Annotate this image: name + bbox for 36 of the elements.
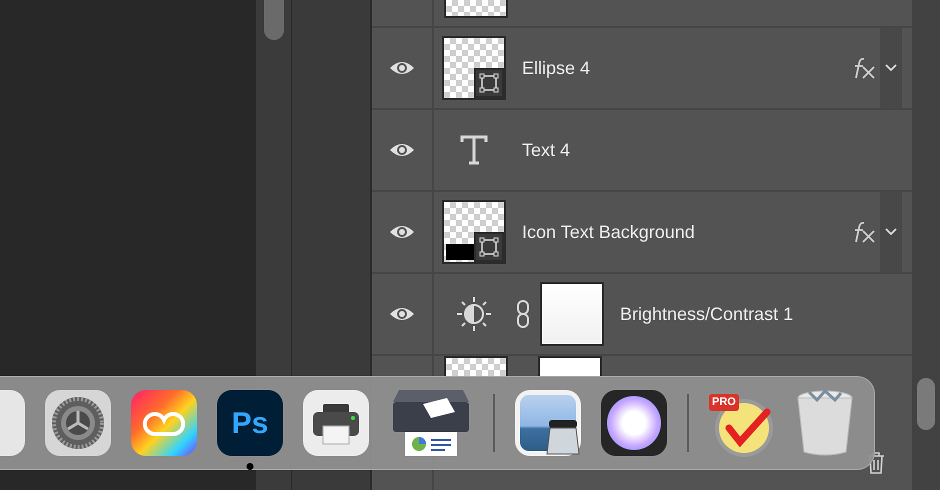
chevron-down-icon[interactable] [885,64,897,72]
trash-icon[interactable] [795,388,855,458]
layer-thumbnail [444,356,508,376]
brightness-contrast-icon [456,296,492,332]
gear-icon[interactable] [45,390,111,456]
text-type-icon [460,135,488,165]
layer-row[interactable]: Brightness/Contrast 1 [372,274,912,356]
layer-row[interactable]: Text 4 [372,110,912,192]
printer-icon[interactable] [303,390,369,456]
mask-thumbnail [540,282,604,346]
layer-name: Text 4 [522,138,570,162]
scrollbar-thumb[interactable] [264,0,284,40]
app-icon[interactable] [515,390,581,456]
dock-separator [493,394,495,452]
layer-name: Brightness/Contrast 1 [620,302,794,326]
eye-icon[interactable] [389,142,415,158]
link-icon[interactable] [516,300,530,328]
app-icon[interactable]: Ps [217,390,283,456]
scrollbar-thumb[interactable] [917,378,935,430]
eye-icon[interactable] [389,306,415,322]
fx-icon[interactable] [852,56,876,80]
dock-separator [687,394,689,452]
mask-thumbnail [538,356,602,376]
fx-icon[interactable] [852,220,876,244]
layer-row[interactable]: Ellipse 4 [372,28,912,110]
pro-badge: PRO [709,394,739,410]
layer-thumbnail [444,0,508,18]
eye-icon[interactable] [389,60,415,76]
layer-name: Icon Text Background [522,220,695,244]
shape-badge-icon [474,232,504,262]
app-icon[interactable] [601,390,667,456]
chevron-down-icon[interactable] [885,228,897,236]
layer-name: Ellipse 4 [522,56,590,80]
layer-row[interactable]: Icon Text Background [372,192,912,274]
shape-badge-icon [474,68,504,98]
eye-icon[interactable] [389,224,415,240]
